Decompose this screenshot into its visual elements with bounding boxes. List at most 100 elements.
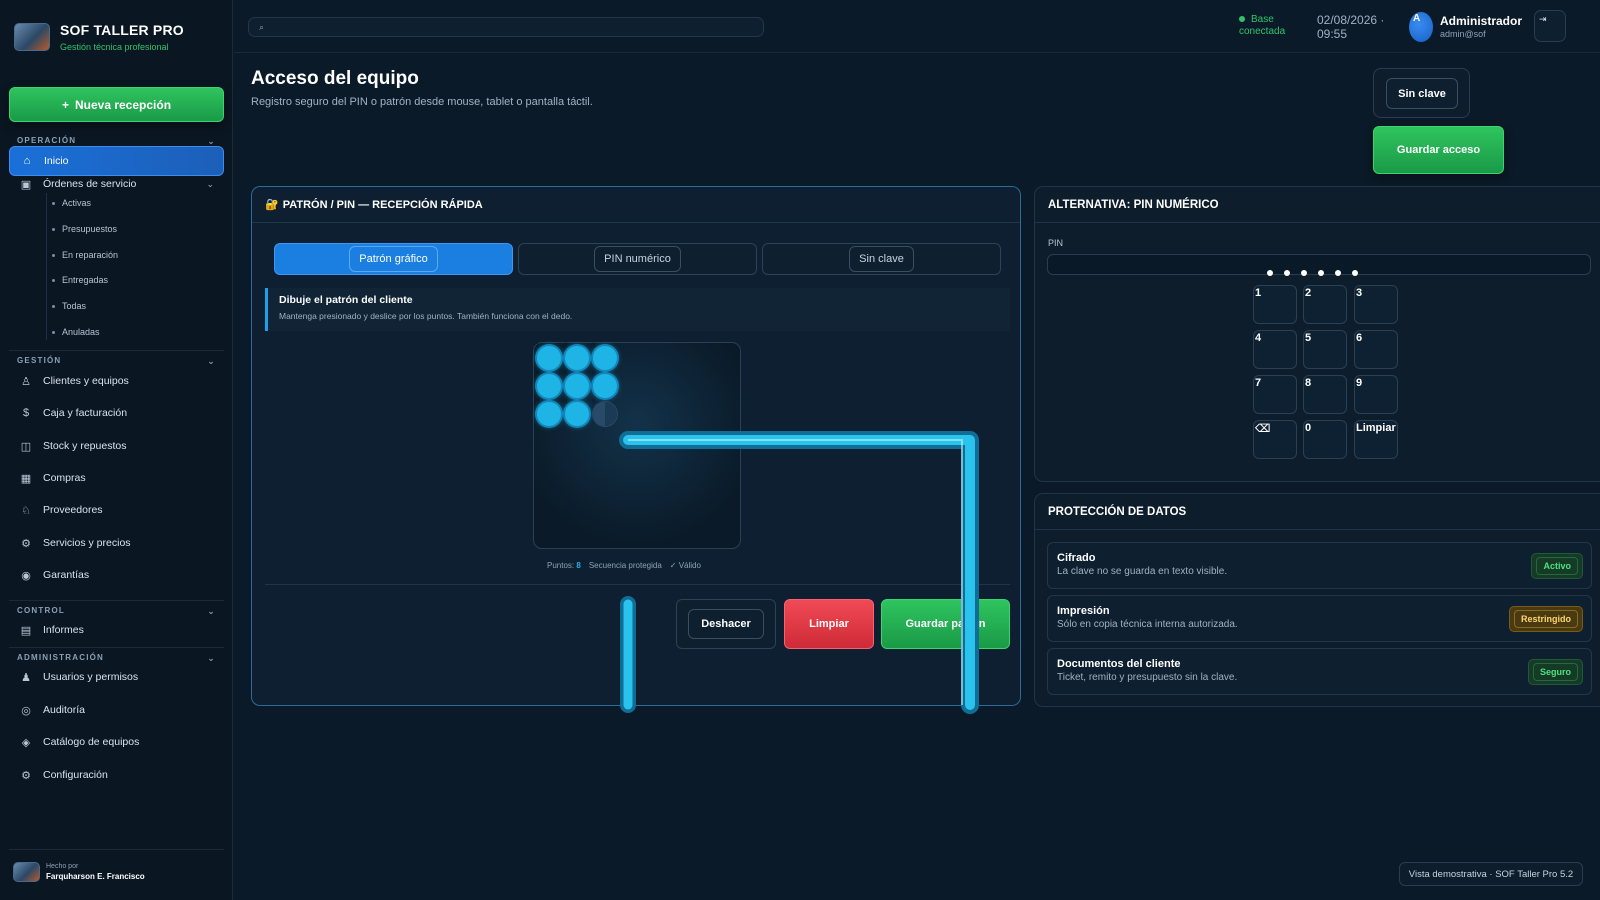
pattern-point-3[interactable]: 3 bbox=[592, 343, 617, 370]
new-reception-button[interactable]: + Nueva recepción bbox=[9, 87, 224, 122]
user-email: admin@sof bbox=[1440, 29, 1486, 39]
sidebar-item-label: Catálogo de equipos bbox=[43, 736, 140, 748]
pin-key-7[interactable]: 7 bbox=[1253, 375, 1297, 414]
pin-key-6[interactable]: 6 bbox=[1354, 330, 1398, 369]
pin-clear-key[interactable]: Limpiar bbox=[1354, 420, 1398, 459]
submenu-item-label: Activas bbox=[62, 198, 92, 208]
panel-header: 🔐 PATRÓN / PIN — RECEPCIÓN RÁPIDA bbox=[252, 187, 1020, 223]
data-protection-panel: PROTECCIÓN DE DATOS Cifrado La clave no … bbox=[1034, 493, 1600, 707]
cart-icon: ▦ bbox=[20, 472, 32, 485]
undo-button[interactable]: Deshacer bbox=[676, 599, 776, 649]
pin-key-2[interactable]: 2 bbox=[1303, 285, 1347, 324]
divider bbox=[9, 350, 224, 351]
point-number: 7 bbox=[536, 399, 540, 405]
sidebar-item-catalogo[interactable]: ◈ Catálogo de equipos bbox=[9, 727, 224, 757]
users-icon: ♟ bbox=[21, 671, 31, 684]
brand-logo bbox=[14, 23, 50, 51]
pattern-point-9[interactable]: 9 bbox=[592, 399, 617, 426]
divider bbox=[9, 600, 224, 601]
backspace-icon[interactable]: ⌫ bbox=[1253, 420, 1297, 459]
chevron-down-icon: ⌄ bbox=[206, 178, 214, 189]
bullet-icon bbox=[52, 330, 55, 334]
tab-label: Patrón gráfico bbox=[349, 246, 438, 272]
badge-label: Seguro bbox=[1532, 663, 1578, 681]
submenu-guide bbox=[46, 193, 47, 340]
sidebar-item-proveedores[interactable]: ♘ Proveedores bbox=[9, 495, 224, 525]
pattern-point-4[interactable]: 4 bbox=[536, 371, 561, 398]
status-dot-icon bbox=[1239, 16, 1245, 22]
panel-title: PATRÓN / PIN — RECEPCIÓN RÁPIDA bbox=[282, 198, 483, 211]
logout-button[interactable]: ⇥ bbox=[1534, 10, 1566, 42]
point-number: 5 bbox=[564, 371, 568, 377]
sidebar-item-garantias[interactable]: ◉ Garantías bbox=[9, 560, 224, 590]
user-name: Administrador bbox=[1440, 14, 1523, 28]
pattern-point-2[interactable]: 2 bbox=[564, 343, 589, 370]
tab-pin-numerico[interactable]: PIN numérico bbox=[518, 243, 757, 275]
sidebar-item-stock[interactable]: ◫ Stock y repuestos bbox=[9, 431, 224, 461]
submenu-item-entregadas[interactable]: Entregadas bbox=[52, 275, 108, 285]
credit-name: Farquharson E. Francisco bbox=[46, 872, 145, 881]
home-icon: ⌂ bbox=[23, 155, 31, 167]
save-pattern-button[interactable]: Guardar patrón bbox=[881, 599, 1010, 649]
pin-dot-icon bbox=[1335, 270, 1341, 276]
pin-key-0[interactable]: 0 bbox=[1303, 420, 1347, 459]
sidebar-item-usuarios[interactable]: ♟ Usuarios y permisos bbox=[9, 662, 224, 692]
clear-button[interactable]: Limpiar bbox=[784, 599, 874, 649]
pattern-hint: Dibuje el patrón del cliente Mantenga pr… bbox=[265, 288, 1010, 331]
pin-key-4[interactable]: 4 bbox=[1253, 330, 1297, 369]
bullet-icon bbox=[52, 278, 55, 282]
sidebar-item-label: Clientes y equipos bbox=[43, 375, 129, 387]
submenu-item-anuladas[interactable]: Anuladas bbox=[52, 327, 100, 337]
pin-key-5[interactable]: 5 bbox=[1303, 330, 1347, 369]
submenu-item-en-reparacion[interactable]: En reparación bbox=[52, 250, 118, 260]
panel-header: ALTERNATIVA: PIN NUMÉRICO bbox=[1035, 187, 1600, 223]
pattern-point-8[interactable]: 8 bbox=[564, 399, 589, 426]
pattern-status: Puntos: 8 Secuencia protegida ✓ Válido bbox=[547, 561, 701, 570]
no-key-button[interactable]: Sin clave bbox=[1386, 78, 1458, 109]
submenu-item-activas[interactable]: Activas bbox=[52, 198, 91, 208]
bullet-icon bbox=[52, 304, 55, 308]
sidebar-item-label: Informes bbox=[43, 624, 84, 636]
page-subtitle: Registro seguro del PIN o patrón desde m… bbox=[251, 96, 593, 108]
sidebar-item-caja[interactable]: $ Caja y facturación bbox=[9, 398, 224, 428]
pattern-point-5[interactable]: 5 bbox=[564, 371, 589, 398]
submenu-item-label: En reparación bbox=[62, 250, 119, 260]
sidebar-item-servicios[interactable]: ⚙ Servicios y precios bbox=[9, 528, 224, 558]
pin-key-3[interactable]: 3 bbox=[1354, 285, 1398, 324]
sidebar-item-informes[interactable]: ▤ Informes bbox=[9, 615, 224, 645]
save-access-button[interactable]: Guardar acceso bbox=[1373, 126, 1504, 174]
point-number: 2 bbox=[564, 343, 568, 349]
sidebar-item-configuracion[interactable]: ⚙ Configuración bbox=[9, 760, 224, 790]
pattern-point-6[interactable]: 6 bbox=[592, 371, 617, 398]
tab-sin-clave[interactable]: Sin clave bbox=[762, 243, 1001, 275]
protection-row-cifrado: Cifrado La clave no se guarda en texto v… bbox=[1047, 542, 1592, 589]
pin-key-8[interactable]: 8 bbox=[1303, 375, 1347, 414]
bullet-icon bbox=[52, 201, 55, 205]
tab-label: Sin clave bbox=[849, 246, 914, 272]
topbar: ⌕ Base conectada 02/08/2026 · 09:55 A Ad… bbox=[234, 0, 1600, 53]
sidebar-item-compras[interactable]: ▦ Compras bbox=[9, 463, 224, 493]
search-input[interactable]: ⌕ bbox=[248, 17, 764, 37]
point-number: 8 bbox=[564, 399, 568, 405]
pattern-point-1[interactable]: 1 bbox=[536, 343, 561, 370]
sidebar-item-label: Usuarios y permisos bbox=[43, 671, 139, 683]
pattern-point-7[interactable]: 7 bbox=[536, 399, 561, 426]
sidebar-item-clientes[interactable]: ♙ Clientes y equipos bbox=[9, 366, 224, 396]
tab-patron-grafico[interactable]: Patrón gráfico bbox=[274, 243, 513, 275]
submenu-item-presupuestos[interactable]: Presupuestos bbox=[52, 224, 117, 234]
bullet-icon bbox=[52, 227, 55, 231]
pattern-grid[interactable]: 1 2 3 4 5 6 7 8 9 bbox=[533, 342, 741, 549]
submenu-item-todas[interactable]: Todas bbox=[52, 301, 86, 311]
pin-label: PIN bbox=[1048, 238, 1064, 248]
sidebar-item-label: Proveedores bbox=[43, 504, 103, 516]
credit-label: Hecho por bbox=[46, 863, 79, 870]
connection-status: Base conectada bbox=[1239, 14, 1309, 38]
hint-text: Mantenga presionado y deslice por los pu… bbox=[279, 311, 573, 321]
sidebar-item-label: Caja y facturación bbox=[43, 407, 128, 419]
avatar[interactable]: A bbox=[1409, 12, 1433, 42]
sidebar-item-auditoria[interactable]: ◎ Auditoría bbox=[9, 695, 224, 725]
pin-key-1[interactable]: 1 bbox=[1253, 285, 1297, 324]
pin-key-9[interactable]: 9 bbox=[1354, 375, 1398, 414]
sidebar-item-label: Garantías bbox=[43, 569, 90, 581]
sidebar-item-ordenes[interactable]: ▣ Órdenes de servicio ⌄ bbox=[9, 169, 224, 199]
